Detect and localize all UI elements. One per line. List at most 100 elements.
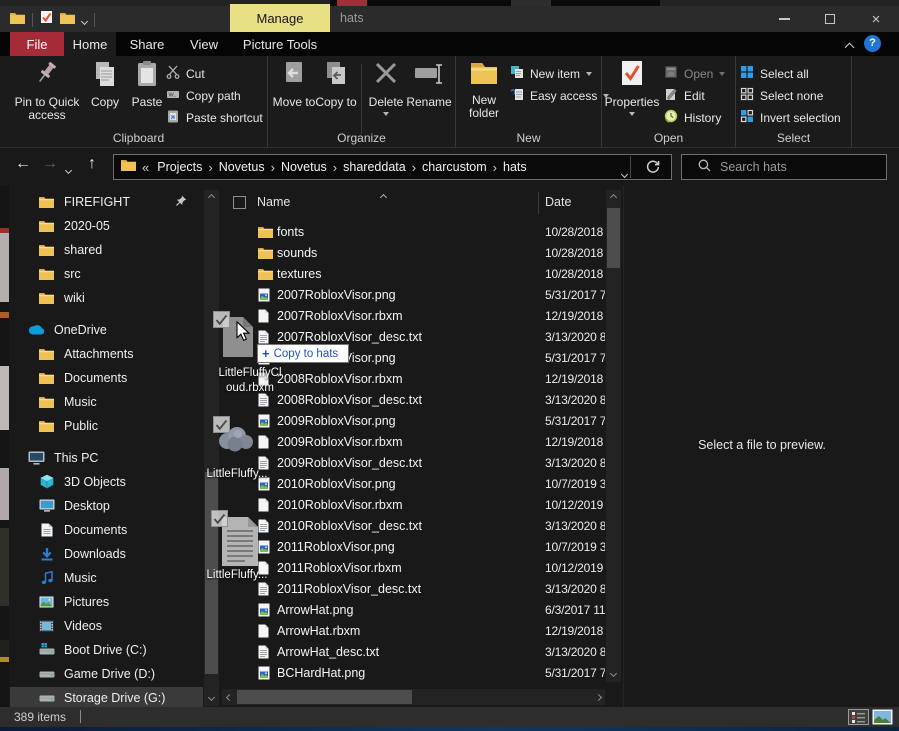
refresh-icon[interactable] — [645, 159, 661, 180]
list-scroll-up-icon[interactable] — [606, 190, 621, 205]
paste-shortcut-button[interactable]: Paste shortcut — [166, 108, 263, 128]
breadcrumb-overflow[interactable]: « — [136, 160, 151, 175]
copy-to-button[interactable]: Copy to — [314, 60, 358, 109]
column-header-date[interactable]: Date — [545, 195, 571, 209]
breadcrumb-novetus[interactable]: Novetus — [213, 160, 271, 174]
column-header-name[interactable]: Name — [257, 195, 290, 209]
file-row-2010robloxvisor-desc-txt[interactable]: 2010RobloxVisor_desc.txt3/13/2020 8 — [222, 516, 605, 537]
maximize-button[interactable] — [807, 6, 853, 32]
close-button[interactable]: × — [853, 6, 899, 32]
sidebar-item-public[interactable]: Public — [10, 415, 203, 436]
history-button[interactable]: History — [664, 108, 721, 128]
qat-folder-icon[interactable] — [10, 11, 25, 29]
sidebar-item-src[interactable]: src — [10, 263, 203, 284]
sidebar-item-attachments[interactable]: Attachments — [10, 343, 203, 364]
breadcrumb-shareddata[interactable]: shareddata — [337, 160, 412, 174]
recent-locations-chevron-icon[interactable] — [66, 160, 71, 178]
sidebar-item-music[interactable]: Music — [10, 391, 203, 412]
file-row-sounds[interactable]: sounds10/28/2018 — [222, 243, 605, 264]
pin-to-quick-access-button[interactable]: Pin to Quick access — [10, 60, 84, 122]
file-row-2011robloxvisor-png[interactable]: 2011RobloxVisor.png10/7/2019 3 — [222, 537, 605, 558]
thumbnail-view-button[interactable] — [872, 709, 893, 725]
tab-view[interactable]: View — [178, 32, 230, 56]
cut-button[interactable]: Cut — [166, 64, 205, 84]
easy-access-button[interactable]: Easy access — [510, 86, 609, 106]
file-row-2011robloxvisor-rbxm[interactable]: 2011RobloxVisor.rbxm10/12/2019 — [222, 558, 605, 579]
forward-icon[interactable]: → — [42, 155, 58, 173]
move-to-button[interactable]: Move to — [272, 60, 316, 109]
sidebar-item-game-drive-d[interactable]: Game Drive (D:) — [10, 663, 203, 684]
details-view-button[interactable] — [848, 709, 869, 725]
sidebar-item-boot-drive-c[interactable]: Boot Drive (C:) — [10, 639, 203, 660]
up-icon[interactable]: ↑ — [88, 155, 96, 173]
file-row-2010robloxvisor-png[interactable]: 2010RobloxVisor.png10/7/2019 3 — [222, 474, 605, 495]
qat-new-folder-icon[interactable] — [60, 11, 75, 29]
tab-file[interactable]: File — [10, 32, 64, 56]
file-row-arrowhat-png[interactable]: ArrowHat.png6/3/2017 11 — [222, 600, 605, 621]
list-scroll-right-icon[interactable] — [591, 689, 605, 705]
open-button[interactable]: Open — [664, 64, 725, 84]
list-scrollbar-thumb[interactable] — [607, 208, 620, 268]
file-row-bchardhat-png[interactable]: BCHardHat.png5/31/2017 7 — [222, 663, 605, 684]
qat-customize-chevron-icon[interactable] — [82, 11, 87, 29]
file-row-textures[interactable]: textures10/28/2018 — [222, 264, 605, 285]
sidebar-item-documents[interactable]: Documents — [10, 519, 203, 540]
file-row-2011robloxvisor-desc-txt[interactable]: 2011RobloxVisor_desc.txt3/13/2020 8 — [222, 579, 605, 600]
list-scroll-down-icon[interactable] — [606, 667, 621, 682]
sidebar-scroll-up-icon[interactable] — [204, 190, 219, 205]
copy-button[interactable]: Copy — [84, 60, 126, 109]
new-item-button[interactable]: New item — [510, 64, 592, 84]
minimize-button[interactable] — [761, 6, 807, 32]
rename-button[interactable]: Rename — [404, 60, 454, 109]
sidebar-item-this-pc[interactable]: This PC — [10, 447, 203, 468]
qat-properties-icon[interactable] — [40, 10, 53, 29]
breadcrumb-charcustom[interactable]: charcustom — [416, 160, 493, 174]
file-row-fonts[interactable]: fonts10/28/2018 — [222, 222, 605, 243]
help-icon[interactable]: ? — [864, 35, 881, 52]
tab-picture-tools[interactable]: Picture Tools — [230, 32, 330, 56]
sidebar-item-downloads[interactable]: Downloads — [10, 543, 203, 564]
list-scrollbar-vertical[interactable] — [606, 190, 621, 682]
select-all-button[interactable]: Select all — [740, 64, 809, 84]
column-divider[interactable] — [538, 192, 539, 214]
search-input[interactable]: Search hats — [681, 154, 887, 180]
address-dropdown-chevron-icon[interactable] — [622, 164, 627, 182]
tab-share[interactable]: Share — [116, 32, 178, 56]
delete-button[interactable]: Delete — [364, 60, 408, 116]
sidebar-item-3d-objects[interactable]: 3D Objects — [10, 471, 203, 492]
breadcrumb-novetus[interactable]: Novetus — [275, 160, 333, 174]
list-scroll-left-icon[interactable] — [222, 689, 236, 705]
copy-path-button[interactable]: W.. Copy path — [166, 86, 241, 106]
file-row-2009robloxvisor-desc-txt[interactable]: 2009RobloxVisor_desc.txt3/13/2020 8 — [222, 453, 605, 474]
file-row-2009robloxvisor-png[interactable]: 2009RobloxVisor.png5/31/2017 7 — [222, 411, 605, 432]
new-folder-button[interactable]: New folder — [458, 60, 510, 120]
tab-manage[interactable]: Manage — [230, 4, 330, 32]
sidebar-item-storage-drive-g[interactable]: Storage Drive (G:) — [10, 687, 203, 708]
sidebar-item-documents[interactable]: Documents — [10, 367, 203, 388]
breadcrumb-hats[interactable]: hats — [497, 160, 533, 174]
file-row-arrowhat-rbxm[interactable]: ArrowHat.rbxm12/19/2018 — [222, 621, 605, 642]
sidebar-item-pictures[interactable]: Pictures — [10, 591, 203, 612]
sidebar-item-wiki[interactable]: wiki — [10, 287, 203, 308]
tab-home[interactable]: Home — [64, 32, 116, 56]
sidebar-item-firefight[interactable]: FIREFIGHT — [10, 191, 203, 212]
ribbon-collapse-icon[interactable] — [846, 38, 853, 56]
edit-button[interactable]: Edit — [664, 86, 705, 106]
properties-button[interactable]: Properties — [604, 60, 660, 116]
h-scrollbar-thumb[interactable] — [237, 690, 412, 704]
sort-ascending-icon[interactable] — [381, 187, 386, 205]
file-row-2007robloxvisor-png[interactable]: 2007RobloxVisor.png5/31/2017 7 — [222, 285, 605, 306]
file-row-2007robloxvisor-rbxm[interactable]: 2007RobloxVisor.rbxm12/19/2018 — [222, 306, 605, 327]
sidebar-item-onedrive[interactable]: OneDrive — [10, 319, 203, 340]
back-icon[interactable]: ← — [15, 155, 31, 173]
sidebar-item-music[interactable]: Music — [10, 567, 203, 588]
pin-icon[interactable] — [176, 195, 187, 209]
list-scrollbar-horizontal[interactable] — [222, 689, 605, 705]
select-none-button[interactable]: Select none — [740, 86, 823, 106]
sidebar-item-2020-05[interactable]: 2020-05 — [10, 215, 203, 236]
sidebar-item-shared[interactable]: shared — [10, 239, 203, 260]
breadcrumb-projects[interactable]: Projects — [151, 160, 208, 174]
paste-button[interactable]: Paste — [126, 60, 168, 109]
file-row-2010robloxvisor-rbxm[interactable]: 2010RobloxVisor.rbxm10/12/2019 — [222, 495, 605, 516]
file-row-2009robloxvisor-rbxm[interactable]: 2009RobloxVisor.rbxm12/19/2018 — [222, 432, 605, 453]
